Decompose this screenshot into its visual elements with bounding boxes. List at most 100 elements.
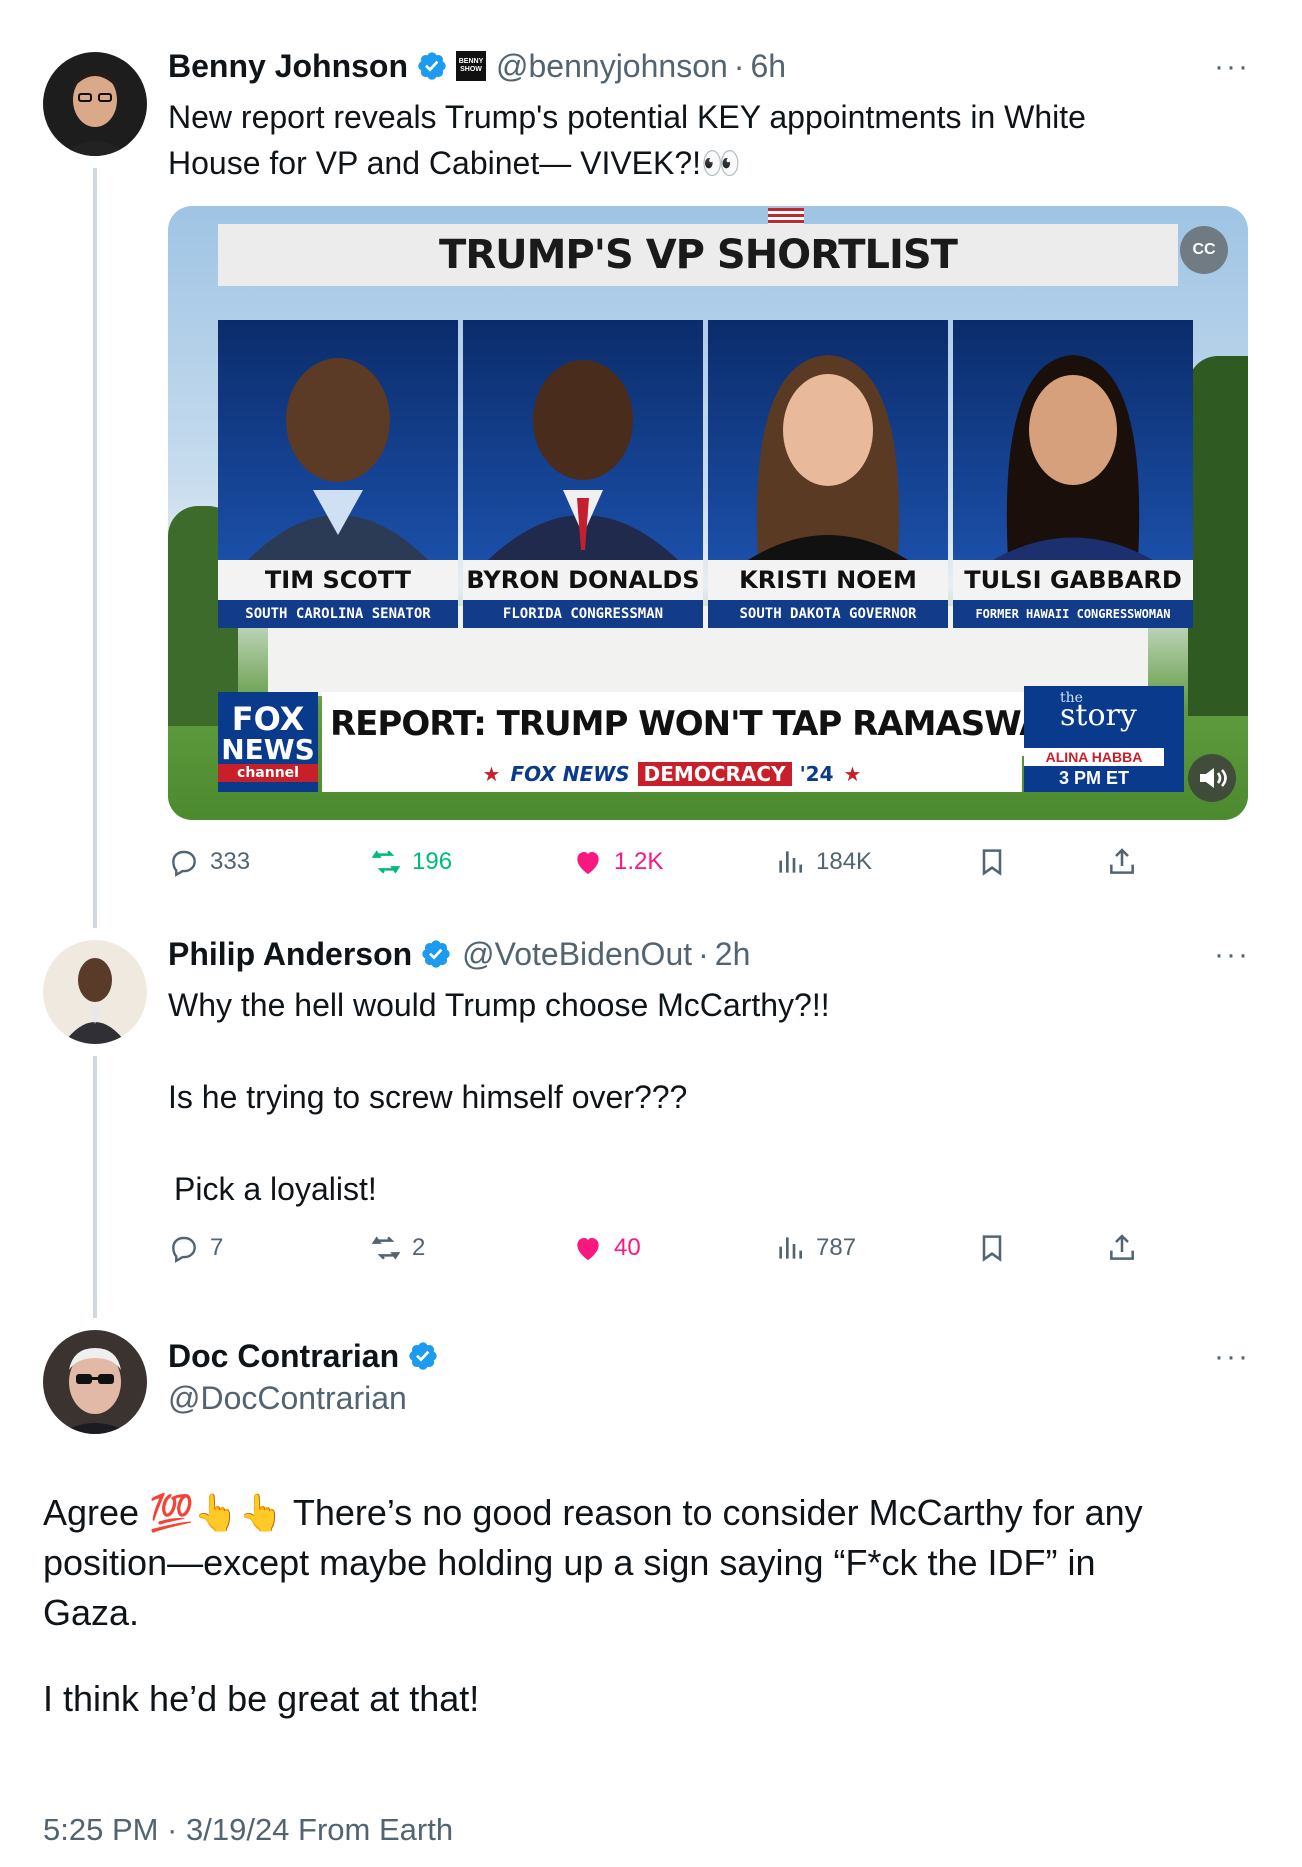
bookmark-button[interactable] xyxy=(976,1232,1008,1264)
candidate-panel: TIM SCOTT SOUTH CAROLINA SENATOR xyxy=(218,320,458,630)
tweet3-handle-row: @DocContrarian xyxy=(168,1378,407,1418)
subline-year: '24 xyxy=(799,762,834,786)
author-handle[interactable]: @DocContrarian xyxy=(168,1378,407,1418)
views-button[interactable]: 787 xyxy=(774,1232,856,1264)
repost-count: 2 xyxy=(412,1234,426,1261)
author-handle[interactable]: @bennyjohnson xyxy=(496,46,728,86)
repost-count: 196 xyxy=(412,848,453,875)
avatar-philip-anderson[interactable] xyxy=(43,940,147,1044)
reply-icon xyxy=(172,1236,196,1263)
tweet-media-image[interactable]: TRUMP'S VP SHORTLIST CC TIM SCOTT SOUTH … xyxy=(168,206,1248,820)
tweet-timestamp[interactable]: 5:25 PM · 3/19/24 From Earth xyxy=(43,1812,453,1848)
tweet3-name-row: Doc Contrarian xyxy=(168,1336,439,1376)
bookmark-icon xyxy=(982,849,1002,876)
candidate-title: SOUTH DAKOTA GOVERNOR xyxy=(708,600,948,628)
bookmark-button[interactable] xyxy=(976,846,1008,878)
author-name[interactable]: Doc Contrarian xyxy=(168,1336,399,1376)
candidate-panel: KRISTI NOEM SOUTH DAKOTA GOVERNOR xyxy=(708,320,948,630)
logo-line: FOX xyxy=(231,700,305,738)
bookmark-icon xyxy=(982,1235,1002,1262)
tweet1-text: New report reveals Trump's potential KEY… xyxy=(168,94,1086,186)
candidate-panel: BYRON DONALDS FLORIDA CONGRESSMAN xyxy=(463,320,703,630)
author-name[interactable]: Philip Anderson xyxy=(168,934,412,974)
like-button[interactable]: 1.2K xyxy=(572,846,663,878)
repost-icon xyxy=(371,850,401,874)
lower-third-subline: ★ FOX NEWS DEMOCRACY '24 ★ xyxy=(322,756,1022,792)
subline-tag: DEMOCRACY xyxy=(637,762,792,786)
views-count: 787 xyxy=(816,1234,857,1261)
author-name[interactable]: Benny Johnson xyxy=(168,46,408,86)
reply-count: 333 xyxy=(210,848,251,875)
author-handle[interactable]: @VoteBidenOut xyxy=(462,934,692,974)
flag-icon xyxy=(768,208,804,224)
share-button[interactable] xyxy=(1106,846,1138,878)
media-banner: TRUMP'S VP SHORTLIST xyxy=(218,224,1178,286)
candidate-name: TIM SCOTT xyxy=(218,560,458,600)
tweet3-body: Agree 💯👆👆 There’s no good reason to cons… xyxy=(43,1488,1263,1724)
views-icon xyxy=(779,851,802,873)
avatar-doc-contrarian[interactable] xyxy=(43,1330,147,1434)
tweet-text-line: New report reveals Trump's potential KEY… xyxy=(168,99,1086,135)
tweet2-line: Pick a loyalist! xyxy=(174,1171,377,1207)
like-count: 40 xyxy=(614,1234,641,1261)
verified-badge-icon xyxy=(409,1342,437,1370)
fox-news-logo: FOX NEWS channel xyxy=(218,692,318,792)
tweet-time[interactable]: 2h xyxy=(715,934,751,974)
candidate-photo xyxy=(218,320,458,560)
tweet2-line: Why the hell would Trump choose McCarthy… xyxy=(168,987,830,1023)
candidate-photo xyxy=(708,320,948,560)
like-button[interactable]: 40 xyxy=(572,1232,641,1264)
subline-brand: FOX NEWS xyxy=(510,762,630,786)
captions-icon[interactable]: CC xyxy=(1180,226,1228,274)
candidate-photo xyxy=(953,320,1193,560)
separator-dot: · xyxy=(698,936,709,972)
candidate-title: FLORIDA CONGRESSMAN xyxy=(463,600,703,628)
avatar-benny-johnson[interactable] xyxy=(43,52,147,156)
reply-button[interactable]: 7 xyxy=(168,1232,223,1264)
repost-icon xyxy=(371,1236,401,1260)
reply-icon xyxy=(172,850,196,877)
thread-line xyxy=(93,1056,97,1318)
tweet-text-line: Gaza. xyxy=(43,1592,140,1633)
more-options-icon[interactable]: ··· xyxy=(1214,50,1250,84)
verified-badge-icon xyxy=(418,52,446,80)
repost-button[interactable]: 196 xyxy=(370,846,452,878)
candidate-panel: TULSI GABBARD FORMER HAWAII CONGRESSWOMA… xyxy=(953,320,1193,630)
thread-line xyxy=(93,168,97,928)
tweet1-header: Benny Johnson BENNY SHOW @bennyjohnson ·… xyxy=(168,46,786,86)
more-options-icon[interactable]: ··· xyxy=(1214,938,1250,972)
views-icon xyxy=(779,1237,802,1259)
share-icon xyxy=(1110,848,1134,874)
tweet-text-line: position—except maybe holding up a sign … xyxy=(43,1542,1096,1583)
show-bug: the story ALINA HABBA 3 PM ET xyxy=(1024,686,1184,792)
logo-line: channel xyxy=(218,764,318,782)
like-count: 1.2K xyxy=(614,848,664,875)
more-options-icon[interactable]: ··· xyxy=(1214,1340,1250,1374)
tweet-time[interactable]: 6h xyxy=(750,46,786,86)
show-host: ALINA HABBA xyxy=(1024,748,1164,766)
reply-count: 7 xyxy=(210,1234,224,1261)
candidate-photo xyxy=(463,320,703,560)
tweet2-line: Is he trying to screw himself over??? xyxy=(168,1079,688,1115)
share-icon xyxy=(1110,1234,1134,1260)
show-time: 3 PM ET xyxy=(1058,768,1129,788)
tree-right xyxy=(1188,356,1248,716)
heart-icon xyxy=(577,852,599,874)
share-button[interactable] xyxy=(1106,1232,1138,1264)
tweet-text-line: Agree 💯👆👆 There’s no good reason to cons… xyxy=(43,1492,1143,1533)
separator-dot: · xyxy=(733,48,745,84)
show-badge-icon: BENNY SHOW xyxy=(456,51,487,81)
reply-button[interactable]: 333 xyxy=(168,846,250,878)
heart-icon xyxy=(577,1238,599,1260)
volume-icon[interactable] xyxy=(1188,754,1236,802)
views-count: 184K xyxy=(816,848,873,875)
candidate-title: FORMER HAWAII CONGRESSWOMAN xyxy=(953,600,1193,628)
candidate-name: TULSI GABBARD xyxy=(953,560,1193,600)
repost-button[interactable]: 2 xyxy=(370,1232,425,1264)
tweet-text-line: I think he’d be great at that! xyxy=(43,1678,480,1719)
tweet-text-line: House for VP and Cabinet— VIVEK?!👀 xyxy=(168,145,741,181)
verified-badge-icon xyxy=(422,940,450,968)
logo-line: NEWS xyxy=(221,733,315,766)
candidate-name: KRISTI NOEM xyxy=(708,560,948,600)
views-button[interactable]: 184K xyxy=(774,846,872,878)
